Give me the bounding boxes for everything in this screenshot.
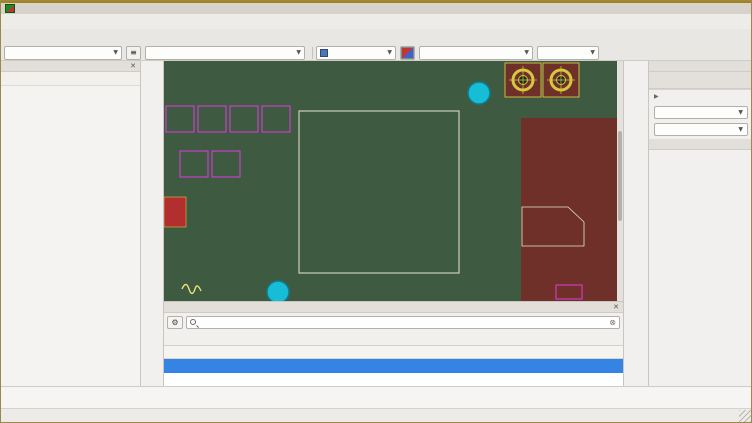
presets-combo[interactable]: ▼ bbox=[654, 106, 748, 119]
chevron-down-icon: ▼ bbox=[738, 109, 743, 116]
search-settings-button[interactable]: ⚙ bbox=[167, 316, 183, 329]
chevron-down-icon: ▼ bbox=[521, 49, 529, 56]
close-icon[interactable]: ✕ bbox=[613, 303, 619, 311]
search-icon bbox=[190, 319, 196, 325]
smd-components bbox=[164, 197, 186, 227]
search-input[interactable] bbox=[199, 318, 609, 327]
appearance-panel: ▶ ▼ ▼ bbox=[649, 61, 752, 386]
active-layer-combo[interactable]: ▼ bbox=[316, 46, 396, 60]
search-result-row[interactable] bbox=[164, 359, 623, 373]
chevron-down-icon: ▼ bbox=[738, 126, 743, 133]
edit-toolbar: ▼ ≡ ▼ ▼ ▼ ▼ bbox=[1, 45, 751, 61]
search-panel: ✕ ⚙ ⊗ bbox=[164, 301, 623, 386]
pcb-editor-window: ▼ ≡ ▼ ▼ ▼ ▼ ✕ bbox=[0, 0, 752, 423]
selection-filter-grid bbox=[649, 150, 752, 152]
status-bar bbox=[1, 386, 752, 423]
zoom-combo[interactable]: ▼ bbox=[537, 46, 599, 60]
track-width-combo[interactable]: ▼ bbox=[4, 46, 122, 60]
close-icon[interactable]: ✕ bbox=[130, 62, 136, 70]
search-input-wrap: ⊗ bbox=[186, 316, 620, 329]
chevron-down-icon: ▼ bbox=[587, 49, 595, 56]
chevron-down-icon: ▼ bbox=[110, 49, 118, 56]
grid-size-combo[interactable]: ▼ bbox=[419, 46, 533, 60]
titlebar[interactable] bbox=[1, 1, 751, 14]
chevron-down-icon: ▼ bbox=[384, 49, 392, 56]
auto-track-width-button[interactable]: ≡ bbox=[126, 46, 141, 60]
properties-panel: ✕ bbox=[1, 61, 141, 386]
layer-display-options[interactable]: ▶ bbox=[649, 89, 752, 102]
search-tabs bbox=[164, 331, 623, 346]
left-toolbar bbox=[141, 61, 164, 386]
viewports-combo[interactable]: ▼ bbox=[654, 123, 748, 136]
pcb-canvas[interactable] bbox=[164, 61, 617, 301]
via-size-combo[interactable]: ▼ bbox=[145, 46, 305, 60]
equals-icon: ≡ bbox=[130, 48, 137, 57]
main-toolbar bbox=[1, 29, 751, 45]
gear-icon: ⚙ bbox=[171, 318, 178, 327]
menubar bbox=[1, 14, 751, 29]
layer-color-chip bbox=[320, 49, 328, 57]
clear-search-icon[interactable]: ⊗ bbox=[609, 318, 616, 327]
resize-grip[interactable] bbox=[739, 410, 751, 422]
right-toolbar bbox=[623, 61, 649, 386]
scrollbar-thumb[interactable] bbox=[618, 131, 622, 221]
layer-pair-button[interactable] bbox=[400, 46, 415, 60]
selected-item-type bbox=[1, 72, 140, 86]
appearance-tabs bbox=[649, 72, 752, 89]
chevron-down-icon: ▼ bbox=[293, 49, 301, 56]
pcb-board-view bbox=[164, 61, 617, 301]
search-table-header bbox=[164, 346, 623, 359]
layer-pair-icon bbox=[401, 47, 414, 59]
kicad-app-icon bbox=[5, 4, 15, 13]
